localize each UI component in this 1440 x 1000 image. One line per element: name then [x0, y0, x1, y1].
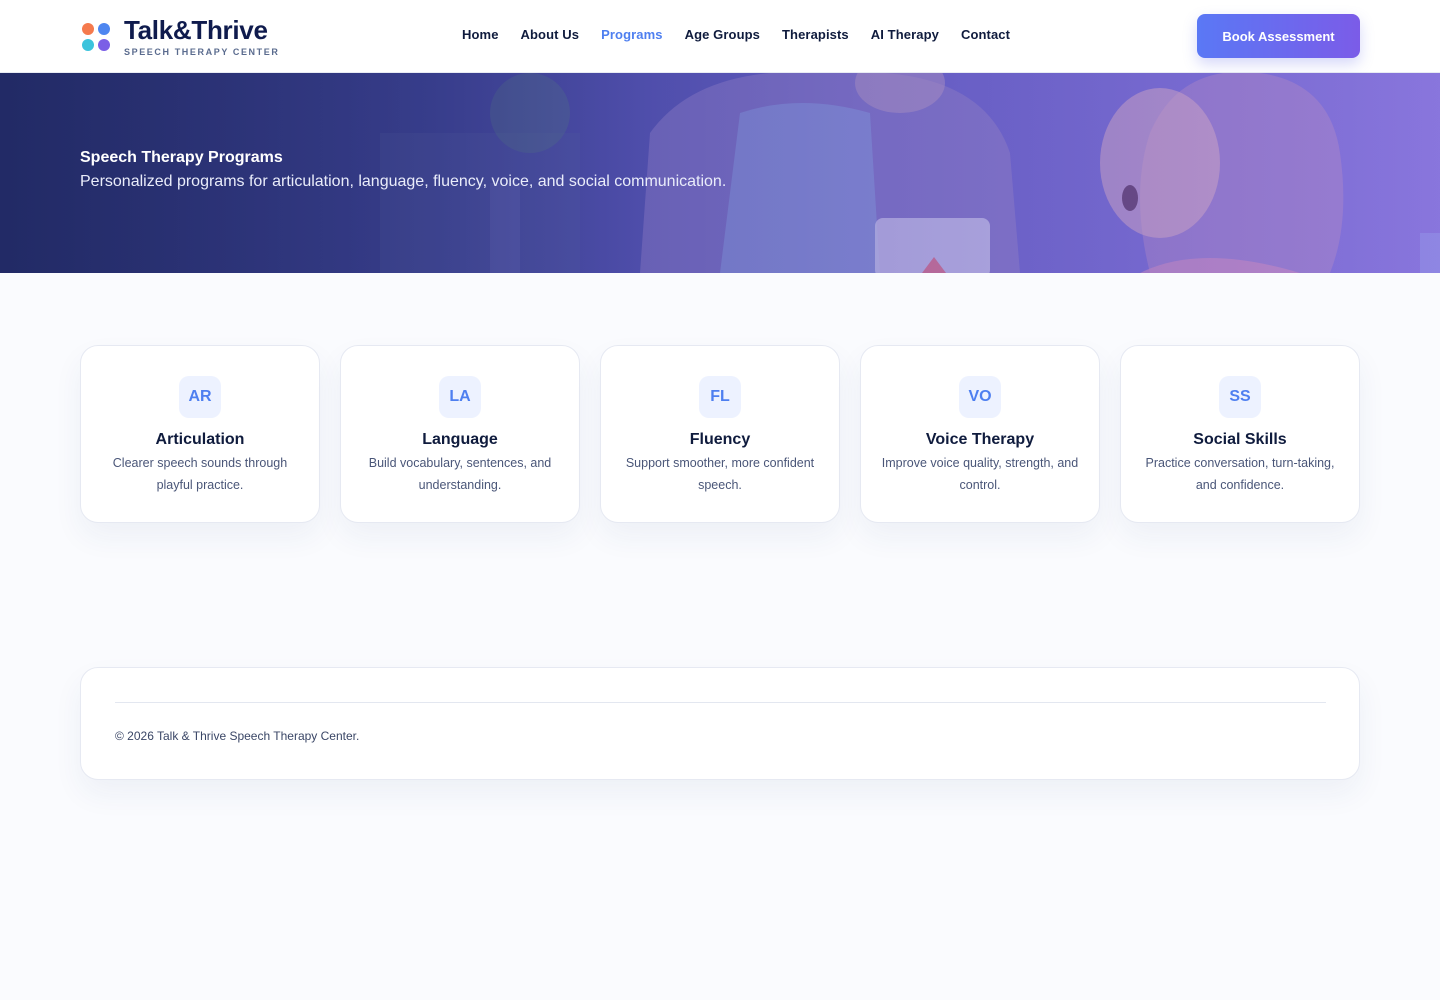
brand-name: Talk&Thrive — [124, 15, 268, 45]
footer-divider — [115, 702, 1326, 703]
program-card-articulation[interactable]: AR Articulation Clearer speech sounds th… — [80, 345, 320, 523]
nav-item-age-groups[interactable]: Age Groups — [685, 27, 760, 42]
program-title: Fluency — [689, 431, 751, 448]
page-subtitle: Personalized programs for articulation, … — [80, 173, 727, 190]
programs-grid: AR Articulation Clearer speech sounds th… — [80, 345, 1360, 523]
program-badge-icon: AR — [179, 376, 221, 418]
nav-item-programs[interactable]: Programs — [601, 27, 663, 42]
program-card-language[interactable]: LA Language Build vocabulary, sentences,… — [340, 345, 580, 523]
program-title: Language — [422, 431, 498, 448]
program-badge-icon: VO — [959, 376, 1001, 418]
program-badge-icon: SS — [1219, 376, 1261, 418]
logo-dots-icon — [82, 23, 110, 51]
program-card-social-skills[interactable]: SS Social Skills Practice conversation, … — [1120, 345, 1360, 523]
program-card-voice-therapy[interactable]: VO Voice Therapy Improve voice quality, … — [860, 345, 1100, 523]
program-title: Articulation — [155, 431, 245, 448]
page-title: Speech Therapy Programs — [80, 149, 283, 166]
book-assessment-button[interactable]: Book Assessment — [1197, 14, 1360, 58]
program-title: Social Skills — [1193, 431, 1287, 448]
footer-copyright: © 2026 Talk & Thrive Speech Therapy Cent… — [115, 729, 360, 743]
nav-item-home[interactable]: Home — [462, 27, 499, 42]
program-description: Build vocabulary, sentences, and underst… — [368, 456, 552, 492]
program-description: Improve voice quality, strength, and con… — [881, 456, 1079, 492]
program-badge-icon: LA — [439, 376, 481, 418]
program-badge-icon: FL — [699, 376, 741, 418]
nav-item-therapists[interactable]: Therapists — [782, 27, 849, 42]
program-card-fluency[interactable]: FL Fluency Support smoother, more confid… — [600, 345, 840, 523]
site-header: Talk&Thrive SPEECH THERAPY CENTER Home A… — [0, 0, 1440, 73]
program-description: Support smoother, more confident speech. — [625, 456, 815, 492]
brand-logo[interactable]: Talk&Thrive SPEECH THERAPY CENTER — [82, 17, 279, 57]
nav-item-about-us[interactable]: About Us — [521, 27, 580, 42]
nav-item-ai-therapy[interactable]: AI Therapy — [871, 27, 939, 42]
nav-item-contact[interactable]: Contact — [961, 27, 1010, 42]
program-description: Practice conversation, turn-taking, and … — [1145, 456, 1335, 492]
site-footer: © 2026 Talk & Thrive Speech Therapy Cent… — [80, 667, 1360, 780]
program-title: Voice Therapy — [925, 431, 1035, 448]
brand-tagline: SPEECH THERAPY CENTER — [124, 47, 280, 57]
hero-banner: Speech Therapy Programs Personalized pro… — [0, 73, 1440, 273]
program-description: Clearer speech sounds through playful pr… — [112, 456, 288, 492]
main-nav: Home About Us Programs Age Groups Therap… — [462, 27, 1032, 42]
